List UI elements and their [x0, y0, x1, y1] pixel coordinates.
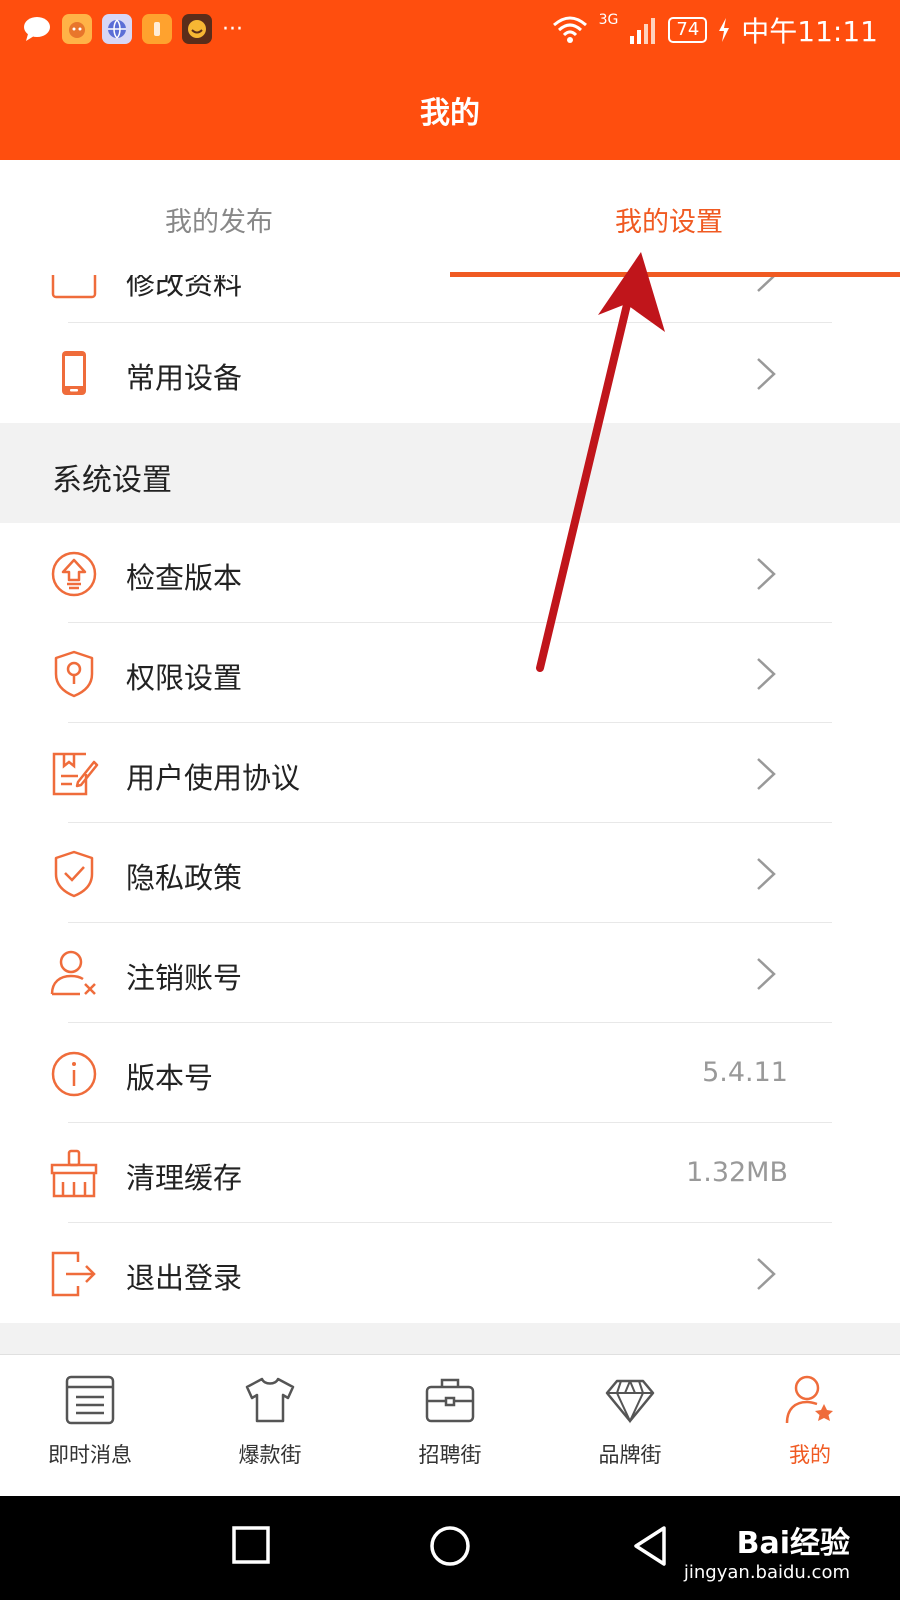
- list-item-label: 清理缓存: [126, 1161, 243, 1195]
- home-button[interactable]: [428, 1524, 472, 1568]
- list-item-label: 权限设置: [126, 661, 243, 695]
- list-item-privacy-policy[interactable]: 隐私政策: [0, 823, 900, 923]
- chevron-right-icon: [757, 558, 776, 590]
- battery-indicator: 74: [668, 17, 708, 43]
- wifi-icon: [552, 16, 587, 43]
- recent-apps-button[interactable]: [230, 1524, 272, 1566]
- app-orange-icon: [142, 14, 172, 44]
- chevron-right-icon: [757, 275, 776, 292]
- message-list-icon: [65, 1375, 115, 1425]
- network-type: 3G: [598, 12, 619, 28]
- nav-label: 我的: [789, 1443, 831, 1467]
- chevron-right-icon: [757, 658, 776, 690]
- upgrade-icon: [51, 551, 97, 597]
- more-notifications: ···: [222, 16, 243, 42]
- signal-icon: [630, 18, 656, 44]
- chat-bubble-icon: [22, 14, 52, 44]
- system-navigation-bar: Bai经验 jingyan.baidu.com: [0, 1496, 900, 1600]
- list-item-label: 注销账号: [126, 961, 243, 995]
- status-right: 3G 74 中午11:11: [551, 10, 878, 50]
- user-star-icon: [785, 1375, 833, 1424]
- list-item-user-agreement[interactable]: 用户使用协议: [0, 723, 900, 823]
- chevron-right-icon: [757, 1258, 776, 1290]
- list-item-label: 修改资料: [126, 275, 243, 301]
- section-title: 系统设置: [52, 463, 172, 498]
- shield-key-icon: [54, 650, 94, 698]
- active-tab-indicator: [450, 272, 900, 277]
- notification-icons: ···: [22, 14, 243, 44]
- app-globe-icon: [102, 14, 132, 44]
- nav-mine[interactable]: 我的: [720, 1373, 900, 1469]
- shield-check-icon: [54, 850, 94, 898]
- broom-icon: [50, 1149, 98, 1198]
- charging-icon: [719, 18, 730, 42]
- section-header-system-settings: 系统设置: [0, 423, 900, 523]
- user-remove-icon: [50, 950, 96, 996]
- tab-bar: 我的发布 我的设置: [0, 160, 900, 275]
- list-item-check-version[interactable]: 检查版本: [0, 523, 900, 623]
- nav-label: 招聘街: [418, 1443, 482, 1467]
- list-item-label: 常用设备: [126, 361, 243, 395]
- baidu-watermark: Bai经验 jingyan.baidu.com: [684, 1518, 850, 1583]
- diamond-icon: [605, 1379, 655, 1424]
- phone-icon: [62, 351, 86, 395]
- status-bar: ··· 3G 74 中午11:11: [0, 0, 900, 60]
- tshirt-icon: [245, 1377, 295, 1423]
- list-item-devices[interactable]: 常用设备: [0, 323, 900, 423]
- list-item-label: 用户使用协议: [126, 761, 301, 795]
- list-item-label: 版本号: [126, 1061, 214, 1095]
- nav-instant-messages[interactable]: 即时消息: [0, 1373, 180, 1469]
- back-button[interactable]: [630, 1524, 670, 1568]
- list-item-permissions[interactable]: 权限设置: [0, 623, 900, 723]
- chevron-right-icon: [757, 958, 776, 990]
- nav-recruitment-street[interactable]: 招聘街: [360, 1373, 540, 1469]
- agreement-icon: [52, 752, 99, 796]
- chevron-right-icon: [757, 858, 776, 890]
- page-title: 我的: [420, 96, 480, 131]
- cache-size-value: 1.32MB: [686, 1157, 788, 1188]
- tab-my-posts[interactable]: 我的发布: [165, 200, 273, 239]
- version-value: 5.4.11: [702, 1057, 788, 1088]
- app-face-icon: [182, 14, 212, 44]
- list-item-label: 退出登录: [126, 1261, 243, 1295]
- bottom-navigation: 即时消息 爆款街 招聘街 品牌街 我的: [0, 1354, 900, 1496]
- briefcase-icon: [425, 1378, 475, 1423]
- list-item-version-number: 版本号 5.4.11: [0, 1023, 900, 1123]
- nav-label: 爆款街: [238, 1443, 302, 1467]
- nav-label: 品牌街: [598, 1443, 662, 1467]
- nav-hot-street[interactable]: 爆款街: [180, 1373, 360, 1469]
- list-item-label: 检查版本: [126, 561, 243, 595]
- list-item-clear-cache[interactable]: 清理缓存 1.32MB: [0, 1123, 900, 1223]
- watermark-url: jingyan.baidu.com: [683, 1562, 850, 1583]
- info-icon: [51, 1051, 97, 1097]
- logout-icon: [51, 1251, 96, 1297]
- list-item-edit-profile[interactable]: 修改资料: [0, 275, 900, 323]
- clock: 中午11:11: [741, 15, 878, 48]
- app-cat-icon: [62, 14, 92, 44]
- nav-label: 即时消息: [48, 1443, 132, 1467]
- list-item-logout[interactable]: 退出登录: [0, 1223, 900, 1323]
- header-bar: ··· 3G 74 中午11:11 我的: [0, 0, 900, 160]
- profile-card-icon: [51, 275, 97, 299]
- watermark-brand: Bai经验: [736, 1526, 850, 1561]
- chevron-right-icon: [757, 358, 776, 390]
- list-item-label: 隐私政策: [126, 861, 243, 895]
- tab-my-settings[interactable]: 我的设置: [615, 200, 723, 239]
- nav-brand-street[interactable]: 品牌街: [540, 1373, 720, 1469]
- chevron-right-icon: [757, 758, 776, 790]
- list-item-delete-account[interactable]: 注销账号: [0, 923, 900, 1023]
